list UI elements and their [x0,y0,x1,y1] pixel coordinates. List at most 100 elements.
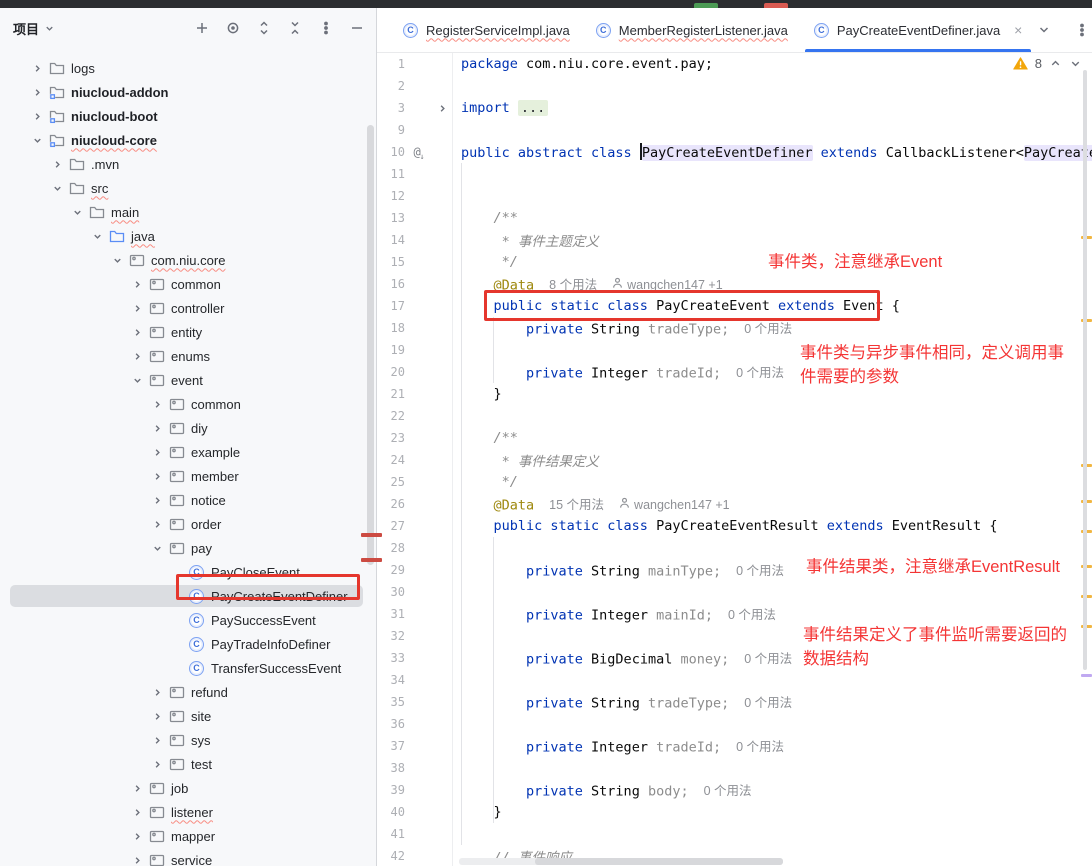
editor-tab[interactable]: CMemberRegisterListener.java [583,8,801,52]
tree-row[interactable]: logs [0,56,375,80]
tree-row[interactable]: CPayCreateEventDefiner [0,584,375,608]
tree-row[interactable]: niucloud-boot [0,104,375,128]
chevron-right-icon[interactable] [129,804,145,820]
chevron-down-icon[interactable] [109,252,125,268]
chevron-right-icon[interactable] [149,468,165,484]
previous-warning-icon[interactable] [1049,57,1062,70]
show-hidden-tabs-icon[interactable] [1035,21,1053,39]
chevron-right-icon[interactable] [149,420,165,436]
usage-count-inlay[interactable]: 0 个用法 [744,318,792,337]
code-text[interactable]: private BigDecimal money;0 个用法 [452,648,792,668]
tree-row[interactable]: controller [0,296,375,320]
chevron-right-icon[interactable] [49,156,65,172]
code-text[interactable]: import ... [452,100,548,116]
tree-row[interactable]: CPayCloseEvent [0,560,375,584]
tree-row[interactable]: main [0,200,375,224]
tree-row[interactable]: site [0,704,375,728]
code-text[interactable]: private String mainType;0 个用法 [452,560,784,580]
tree-row[interactable]: service [0,848,375,866]
chevron-down-icon[interactable] [69,204,85,220]
chevron-down-icon[interactable] [89,228,105,244]
code-text[interactable]: * 事件结果定义 [452,450,599,470]
tree-row[interactable]: CPayTradeInfoDefiner [0,632,375,656]
more-options-icon[interactable] [317,19,335,37]
code-text[interactable]: * 事件主题定义 [452,230,599,250]
tree-row[interactable]: entity [0,320,375,344]
chevron-right-icon[interactable] [149,756,165,772]
usage-count-inlay[interactable]: 0 个用法 [736,736,784,755]
usage-count-inlay[interactable]: 0 个用法 [736,560,784,579]
code-text[interactable]: package com.niu.core.event.pay; [452,56,713,72]
chevron-right-icon[interactable] [129,348,145,364]
code-editor[interactable]: 1package com.niu.core.event.pay;23import… [377,53,1092,866]
usage-count-inlay[interactable]: 0 个用法 [744,648,792,667]
add-icon[interactable] [193,19,211,37]
tree-row[interactable]: diy [0,416,375,440]
tree-row[interactable]: test [0,752,375,776]
tree-row[interactable]: job [0,776,375,800]
tree-row[interactable]: listener [0,800,375,824]
chevron-right-icon[interactable] [149,732,165,748]
editor-tab[interactable]: CPayCreateEventDefiner.java× [801,8,1036,52]
editor-horizontal-scrollbar[interactable] [535,858,783,865]
code-text[interactable]: public static class PayCreateEventResult… [452,518,997,534]
tree-row[interactable]: CTransferSuccessEvent [0,656,375,680]
chevron-right-icon[interactable] [129,276,145,292]
usage-count-inlay[interactable]: 0 个用法 [736,362,784,381]
tree-row[interactable]: common [0,392,375,416]
locate-opened-file-icon[interactable] [224,19,242,37]
chevron-down-icon[interactable] [44,23,55,34]
tree-row[interactable]: example [0,440,375,464]
expand-all-icon[interactable] [255,19,273,37]
chevron-right-icon[interactable] [129,780,145,796]
tree-row[interactable]: .mvn [0,152,375,176]
code-text[interactable]: private Integer tradeId;0 个用法 [452,736,784,756]
editor-vertical-scrollbar[interactable] [1083,70,1087,670]
tree-row[interactable]: event [0,368,375,392]
tree-row[interactable]: niucloud-core [0,128,375,152]
next-warning-icon[interactable] [1069,57,1082,70]
code-text[interactable]: private Integer mainId;0 个用法 [452,604,776,624]
tree-row[interactable]: java [0,224,375,248]
hide-panel-icon[interactable] [348,19,366,37]
tree-row[interactable]: pay [0,536,375,560]
code-text[interactable]: private Integer tradeId;0 个用法 [452,362,784,382]
usage-count-inlay[interactable]: 15 个用法 [549,494,604,513]
chevron-down-icon[interactable] [129,372,145,388]
code-text[interactable]: @Data15 个用法wangchen147 +1 [452,494,730,514]
collapse-all-icon[interactable] [286,19,304,37]
chevron-right-icon[interactable] [129,324,145,340]
chevron-down-icon[interactable] [149,540,165,556]
code-text[interactable]: private String body;0 个用法 [452,780,752,800]
close-icon[interactable]: × [1014,23,1022,37]
inspection-widget[interactable]: 8 [1013,56,1082,71]
tree-row[interactable]: src [0,176,375,200]
tree-row[interactable]: CPaySuccessEvent [0,608,375,632]
usage-count-inlay[interactable]: 0 个用法 [704,780,752,799]
chevron-down-icon[interactable] [29,132,45,148]
chevron-right-icon[interactable] [149,492,165,508]
chevron-right-icon[interactable] [129,852,145,866]
tab-options-icon[interactable] [1073,21,1091,39]
tree-row[interactable]: mapper [0,824,375,848]
chevron-right-icon[interactable] [149,396,165,412]
tree-row[interactable]: sys [0,728,375,752]
chevron-down-icon[interactable] [49,180,65,196]
tree-row[interactable]: enums [0,344,375,368]
chevron-right-icon[interactable] [29,84,45,100]
author-inlay[interactable]: wangchen147 +1 [619,497,730,512]
code-text[interactable]: private String tradeType;0 个用法 [452,318,792,338]
chevron-right-icon[interactable] [149,684,165,700]
code-text[interactable]: } [452,804,502,820]
tree-row[interactable]: member [0,464,375,488]
code-text[interactable]: } [452,386,502,402]
tree-row[interactable]: refund [0,680,375,704]
chevron-right-icon[interactable] [149,516,165,532]
tree-row[interactable]: notice [0,488,375,512]
project-panel-title[interactable]: 项目 [13,19,39,38]
usage-count-inlay[interactable]: 0 个用法 [744,692,792,711]
tree-row[interactable]: niucloud-addon [0,80,375,104]
chevron-right-icon[interactable] [129,828,145,844]
chevron-right-icon[interactable] [29,60,45,76]
editor-tab[interactable]: CRegisterServiceImpl.java [390,8,583,52]
